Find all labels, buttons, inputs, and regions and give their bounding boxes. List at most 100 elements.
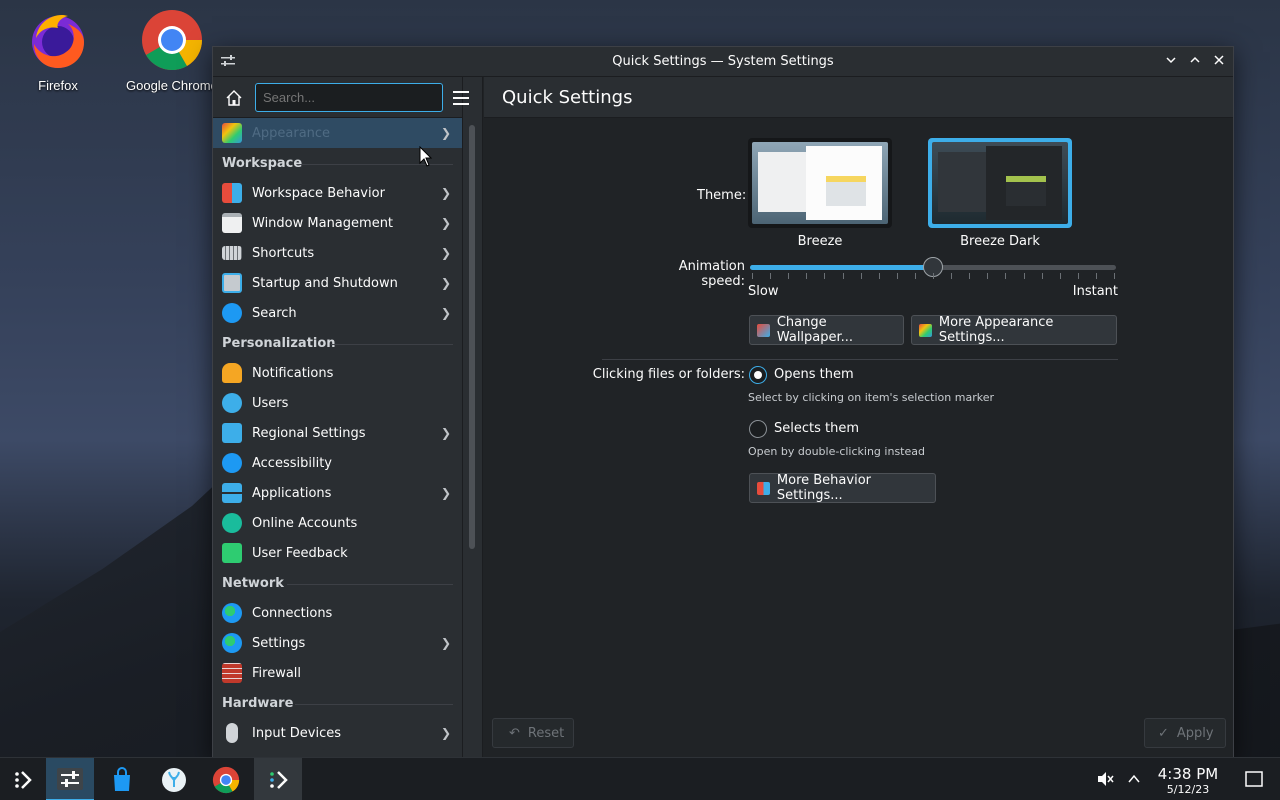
taskbar-system-settings[interactable]: [46, 758, 94, 800]
theme-label: Theme:: [697, 188, 747, 203]
theme-breeze-card[interactable]: [748, 138, 892, 228]
chevron-right-icon: ❯: [441, 636, 452, 650]
slider-tick: [1095, 273, 1097, 279]
chevron-up-icon: [1190, 56, 1200, 63]
sidebar-item-applications[interactable]: Applications ❯: [213, 478, 462, 508]
workspace-behavior-icon: [222, 183, 242, 203]
sidebar-item-firewall[interactable]: Firewall: [213, 658, 462, 688]
section-personalization: Personalization: [213, 328, 462, 358]
sidebar-list: Appearance ❯ Workspace Workspace Behavio…: [213, 118, 462, 748]
apply-label: Apply: [1176, 725, 1214, 741]
page-title: Quick Settings: [484, 77, 1233, 118]
slider-tick: [1077, 273, 1079, 279]
home-icon[interactable]: [225, 89, 243, 107]
sidebar-item-appearance[interactable]: Appearance ❯: [213, 118, 462, 148]
taskbar-launcher-app[interactable]: [254, 758, 302, 800]
sidebar-item-network-settings[interactable]: Settings ❯: [213, 628, 462, 658]
app-launcher-button[interactable]: [0, 758, 48, 800]
chevron-right-icon: ❯: [441, 276, 452, 290]
slider-tick: [933, 273, 934, 279]
volume-muted-icon[interactable]: [1096, 770, 1114, 788]
sidebar-item-search[interactable]: Search ❯: [213, 298, 462, 328]
slider-tick: [914, 273, 916, 279]
sidebar-item-window-management[interactable]: Window Management ❯: [213, 208, 462, 238]
sidebar-item-user-feedback[interactable]: User Feedback: [213, 538, 462, 568]
maximize-button[interactable]: [1185, 52, 1205, 72]
more-behavior-settings-button[interactable]: More Behavior Settings...: [749, 473, 936, 503]
sidebar-item-label: Settings: [252, 635, 306, 651]
sidebar-scrollbar-thumb[interactable]: [469, 125, 475, 549]
mouse-icon: [226, 723, 238, 743]
slider-tick: [1114, 273, 1115, 279]
section-title: Workspace: [222, 155, 303, 171]
chevron-right-icon: ❯: [441, 216, 452, 230]
show-desktop-icon[interactable]: [1245, 771, 1263, 787]
sidebar-item-accessibility[interactable]: Accessibility: [213, 448, 462, 478]
taskbar: 4:38 PM 5/12/23: [0, 757, 1280, 800]
close-button[interactable]: [1209, 52, 1229, 72]
clock[interactable]: 4:38 PM 5/12/23: [1152, 765, 1224, 796]
hamburger-menu-icon[interactable]: [453, 91, 469, 105]
theme-breeze-dark-label: Breeze Dark: [960, 234, 1040, 249]
sidebar-item-shortcuts[interactable]: Shortcuts ❯: [213, 238, 462, 268]
launcher-icon: [270, 770, 288, 789]
selects-them-radio[interactable]: [749, 420, 767, 438]
sidebar-item-label: Input Devices: [252, 725, 342, 741]
slider-fill: [750, 265, 933, 270]
chevron-right-icon: ❯: [441, 426, 452, 440]
sidebar-item-notifications[interactable]: Notifications: [213, 358, 462, 388]
taskbar-chrome[interactable]: [202, 758, 250, 800]
sidebar-scrollbar-track[interactable]: [453, 77, 483, 759]
sidebar-item-online-accounts[interactable]: Online Accounts: [213, 508, 462, 538]
change-wallpaper-button[interactable]: Change Wallpaper...: [749, 315, 904, 345]
section-divider: [331, 344, 453, 345]
clicking-files-label: Clicking files or folders:: [592, 367, 745, 382]
slider-tick: [842, 273, 844, 279]
section-divider: [287, 584, 453, 585]
wallpaper-icon: [757, 323, 770, 337]
apply-button[interactable]: ✓ Apply: [1144, 718, 1226, 748]
sidebar-item-users[interactable]: Users: [213, 388, 462, 418]
taskbar-discover[interactable]: [98, 758, 146, 800]
chrome-desktop-icon[interactable]: Google Chrome: [126, 8, 216, 93]
clock-time: 4:38 PM: [1157, 765, 1219, 783]
appearance-icon: [919, 323, 932, 337]
theme-breeze-label: Breeze: [797, 234, 843, 249]
system-settings-window: Quick Settings — System Settings Appeara…: [212, 46, 1234, 759]
sidebar-item-input-devices[interactable]: Input Devices ❯: [213, 718, 462, 748]
sidebar-header: [213, 77, 462, 118]
checkmark-icon: ✓: [1158, 725, 1169, 741]
slider-tick: [824, 273, 826, 279]
firefox-icon: [26, 8, 90, 72]
slider-tick: [1023, 273, 1025, 279]
more-appearance-settings-button[interactable]: More Appearance Settings...: [911, 315, 1117, 345]
theme-breeze-dark-card[interactable]: [928, 138, 1072, 228]
sidebar-item-regional-settings[interactable]: Regional Settings ❯: [213, 418, 462, 448]
section-title: Personalization: [222, 335, 336, 351]
opens-them-label[interactable]: Opens them: [774, 367, 854, 382]
coral-icon: [162, 767, 186, 792]
feedback-icon: [222, 543, 242, 563]
sidebar-item-connections[interactable]: Connections: [213, 598, 462, 628]
opens-them-hint: Select by clicking on item's selection m…: [748, 391, 994, 404]
chevron-right-icon: ❯: [441, 306, 452, 320]
search-input[interactable]: [255, 83, 443, 112]
opens-them-radio[interactable]: [749, 366, 767, 384]
sidebar-item-workspace-behavior[interactable]: Workspace Behavior ❯: [213, 178, 462, 208]
globe-icon: [222, 603, 242, 623]
firefox-desktop-icon[interactable]: Firefox: [10, 8, 106, 93]
system-tray-expand-icon[interactable]: [1127, 772, 1141, 786]
sidebar-item-startup-shutdown[interactable]: Startup and Shutdown ❯: [213, 268, 462, 298]
sidebar-item-label: Appearance: [252, 125, 331, 141]
accessibility-icon: [222, 453, 242, 473]
chevron-down-icon: [1166, 57, 1176, 64]
sidebar-item-label: Applications: [252, 485, 332, 501]
section-title: Network: [222, 575, 284, 591]
selects-them-label[interactable]: Selects them: [774, 421, 859, 436]
minimize-button[interactable]: [1161, 52, 1181, 72]
window-titlebar[interactable]: Quick Settings — System Settings: [213, 47, 1233, 77]
reset-button[interactable]: ↶ Reset: [492, 718, 574, 748]
slider-tick: [770, 273, 772, 279]
taskbar-steam-deck[interactable]: [150, 758, 198, 800]
section-network: Network: [213, 568, 462, 598]
